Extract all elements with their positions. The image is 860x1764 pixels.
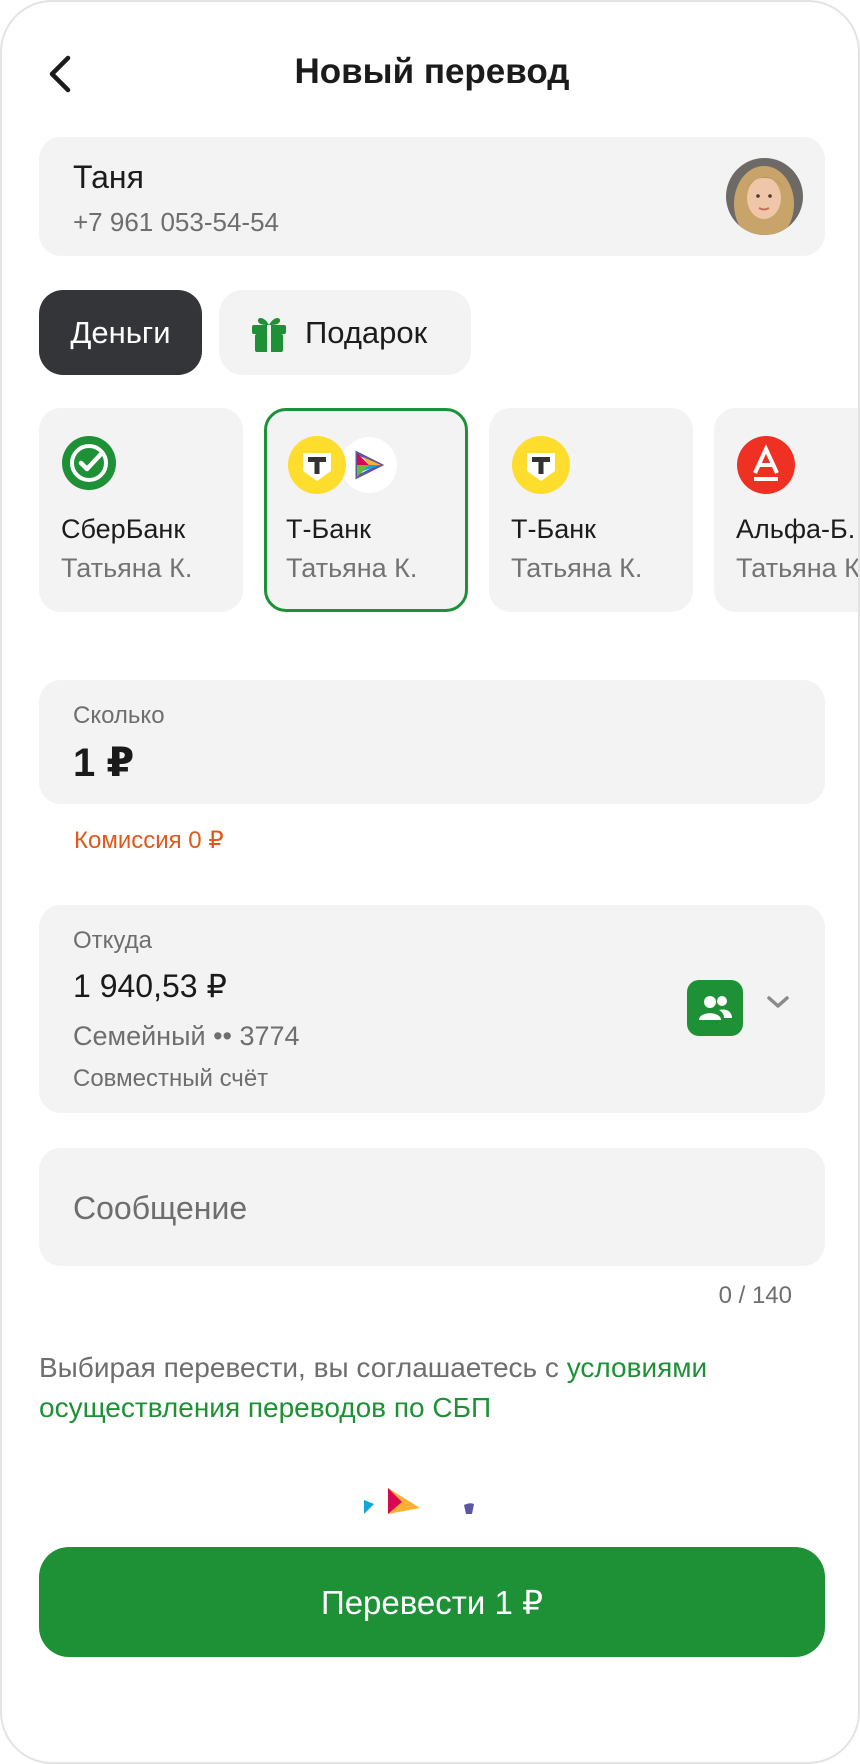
bank-owner: Татьяна К. bbox=[286, 553, 418, 583]
tab-gift[interactable]: Подарок bbox=[219, 290, 471, 375]
source-account-selector[interactable]: Откуда 1 940,53 ₽ Семейный •• 3774 Совме… bbox=[39, 905, 825, 1113]
sbp-logo-icon bbox=[364, 1488, 474, 1514]
chevron-down-icon[interactable] bbox=[765, 993, 791, 1011]
tbank-sbp-logo-icon bbox=[288, 436, 397, 494]
message-placeholder: Сообщение bbox=[73, 1190, 248, 1226]
family-account-icon bbox=[687, 980, 743, 1036]
recipient-card[interactable]: Таня +7 961 053-54-54 bbox=[39, 137, 825, 256]
recipient-name: Таня bbox=[73, 159, 144, 195]
submit-label: Перевести 1 ₽ bbox=[320, 1583, 544, 1621]
source-account: Семейный •• 3774 bbox=[73, 1021, 300, 1051]
amount-field[interactable]: Сколько 1 ₽ bbox=[39, 680, 825, 804]
bank-option-tbank-sbp[interactable]: Т-Банк Татьяна К. bbox=[264, 408, 468, 612]
bank-option-tbank[interactable]: Т-Банк Татьяна К. bbox=[489, 408, 693, 612]
commission-text: Комиссия 0 ₽ bbox=[74, 827, 224, 854]
message-counter: 0 / 140 bbox=[718, 1282, 792, 1309]
bank-owner: Татьяна К. bbox=[511, 553, 643, 583]
terms-prefix: Выбирая перевести, вы соглашаетесь с bbox=[39, 1352, 567, 1383]
sberbank-logo-icon bbox=[62, 436, 116, 490]
app-screen: Новый перевод Таня +7 961 053-54-54 День… bbox=[0, 0, 860, 1764]
bank-name: Альфа-Б. bbox=[736, 514, 856, 544]
page-title: Новый перевод bbox=[294, 52, 570, 91]
bank-name: СберБанк bbox=[61, 514, 186, 544]
alfabank-logo-icon bbox=[737, 436, 795, 494]
bank-name: Т-Банк bbox=[511, 514, 596, 544]
terms-text: Выбирая перевести, вы соглашаетесь с усл… bbox=[39, 1348, 799, 1428]
message-input[interactable]: Сообщение bbox=[39, 1148, 825, 1266]
bank-owner: Татьяна К bbox=[736, 553, 860, 583]
tbank-logo-icon bbox=[512, 436, 570, 494]
bank-owner: Татьяна К. bbox=[61, 553, 193, 583]
amount-value[interactable]: 1 ₽ bbox=[73, 740, 134, 786]
source-label: Откуда bbox=[73, 927, 152, 954]
tab-money[interactable]: Деньги bbox=[39, 290, 202, 375]
tab-money-label: Деньги bbox=[70, 314, 171, 350]
bank-name: Т-Банк bbox=[286, 514, 371, 544]
avatar bbox=[726, 158, 803, 235]
gift-icon bbox=[252, 317, 286, 352]
source-balance: 1 940,53 ₽ bbox=[73, 968, 227, 1004]
tab-gift-label: Подарок bbox=[305, 314, 428, 350]
submit-transfer-button[interactable]: Перевести 1 ₽ bbox=[39, 1547, 825, 1657]
amount-label: Сколько bbox=[73, 702, 165, 729]
bank-option-alfa[interactable]: Альфа-Б. Татьяна К bbox=[714, 408, 860, 612]
bank-option-sberbank[interactable]: СберБанк Татьяна К. bbox=[39, 408, 243, 612]
source-type: Совместный счёт bbox=[73, 1065, 269, 1092]
recipient-phone: +7 961 053-54-54 bbox=[73, 207, 280, 237]
